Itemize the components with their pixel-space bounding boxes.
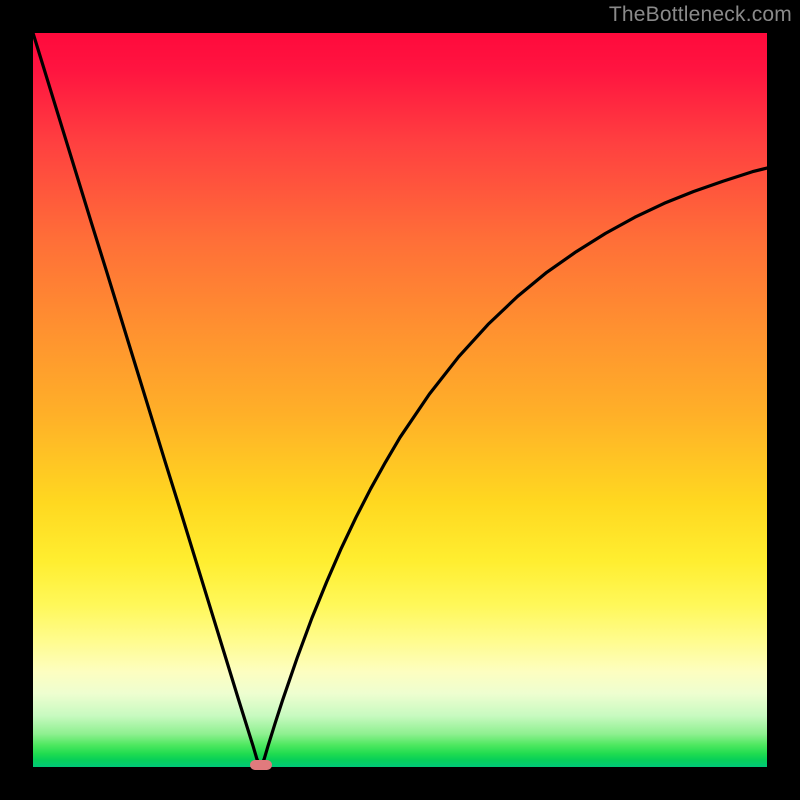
- bottleneck-curve: [33, 33, 767, 767]
- plot-area: [33, 33, 767, 767]
- chart-frame: TheBottleneck.com: [0, 0, 800, 800]
- optimum-marker: [250, 760, 272, 770]
- curve-path: [33, 33, 767, 767]
- watermark-text: TheBottleneck.com: [609, 3, 792, 27]
